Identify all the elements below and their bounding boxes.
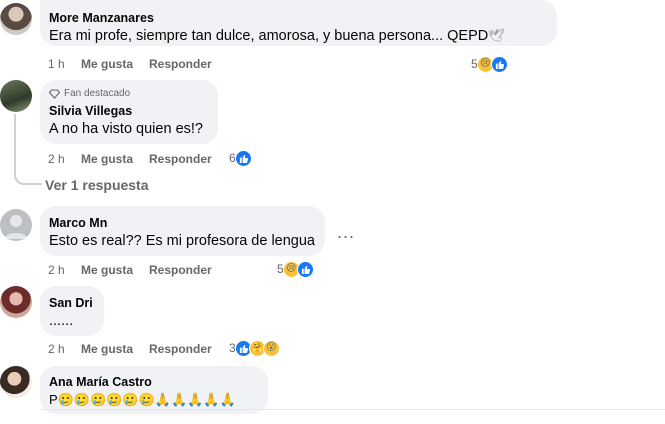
comment-text-body: Era mi profe, siempre tan dulce, amorosa… bbox=[49, 28, 489, 44]
avatar[interactable] bbox=[0, 366, 32, 398]
reply-button[interactable]: Responder bbox=[149, 263, 212, 277]
comment-bubble: Fan destacado Silvia Villegas A no ha vi… bbox=[40, 80, 218, 144]
reply-button[interactable]: Responder bbox=[149, 152, 212, 166]
comment-actions: 2 h Me gusta Responder bbox=[48, 341, 212, 357]
reply-button[interactable]: Responder bbox=[149, 342, 212, 356]
comment-author[interactable]: Silvia Villegas bbox=[49, 103, 209, 119]
more-options-button[interactable]: ... bbox=[337, 222, 355, 243]
like-button[interactable]: Me gusta bbox=[81, 57, 149, 71]
comment-time[interactable]: 2 h bbox=[48, 342, 81, 356]
comment-text: Esto es real?? Es mi profesora de lengua bbox=[49, 233, 315, 249]
reply-button[interactable]: Responder bbox=[149, 57, 212, 71]
comment-author[interactable]: San Dri bbox=[49, 295, 95, 311]
avatar[interactable] bbox=[0, 286, 32, 318]
comment-actions: 1 h Me gusta Responder bbox=[48, 56, 212, 72]
like-reaction-icon bbox=[296, 260, 314, 278]
fan-badge-label: Fan destacado bbox=[64, 88, 131, 99]
avatar[interactable] bbox=[0, 3, 32, 35]
reaction-summary[interactable]: 5 😢 bbox=[277, 260, 314, 278]
dove-emoji: 🕊 bbox=[488, 28, 505, 43]
wow-reaction-icon: 😮 bbox=[262, 339, 280, 357]
reaction-summary[interactable]: 6 bbox=[229, 149, 252, 167]
comment-bubble: Ana María Castro P🥲🥲🥲🥲🥲🥲🙏🙏🙏🙏🙏 bbox=[40, 366, 268, 414]
comment-time[interactable]: 2 h bbox=[48, 152, 81, 166]
comment-text: ...... bbox=[49, 313, 74, 329]
reaction-summary[interactable]: 3 🤗 😮 bbox=[229, 339, 280, 357]
like-reaction-icon bbox=[490, 55, 508, 73]
avatar[interactable] bbox=[0, 209, 32, 241]
comment-bubble: San Dri ...... bbox=[40, 286, 104, 336]
comment-time[interactable]: 1 h bbox=[48, 57, 81, 71]
fan-badge: Fan destacado bbox=[49, 87, 209, 100]
divider bbox=[40, 409, 665, 410]
comment-actions: 2 h Me gusta Responder bbox=[48, 262, 212, 278]
thread-connector bbox=[14, 114, 42, 185]
view-replies-link[interactable]: Ver 1 respuesta bbox=[45, 177, 149, 193]
reaction-summary[interactable]: 5 😢 bbox=[471, 55, 508, 73]
comment-text: Era mi profe, siempre tan dulce, amorosa… bbox=[49, 26, 548, 46]
like-button[interactable]: Me gusta bbox=[81, 342, 149, 356]
comment-text: A no ha visto quien es!? bbox=[49, 121, 203, 137]
comment-actions: 2 h Me gusta Responder bbox=[48, 151, 212, 167]
comment-bubble: Marco Mn Esto es real?? Es mi profesora … bbox=[40, 206, 325, 256]
default-avatar-icon bbox=[4, 215, 28, 239]
like-reaction-icon bbox=[234, 149, 252, 167]
comment-time[interactable]: 2 h bbox=[48, 263, 81, 277]
avatar[interactable] bbox=[0, 80, 32, 112]
comment-author[interactable]: Marco Mn bbox=[49, 215, 316, 231]
comment-author[interactable]: More Manzanares bbox=[49, 10, 548, 26]
comment-author[interactable]: Ana María Castro bbox=[49, 374, 259, 390]
diamond-icon bbox=[49, 88, 60, 99]
comment-bubble: More Manzanares Era mi profe, siempre ta… bbox=[40, 0, 557, 46]
like-button[interactable]: Me gusta bbox=[81, 263, 149, 277]
like-button[interactable]: Me gusta bbox=[81, 152, 149, 166]
comment-text: P🥲🥲🥲🥲🥲🥲🙏🙏🙏🙏🙏 bbox=[49, 392, 236, 407]
